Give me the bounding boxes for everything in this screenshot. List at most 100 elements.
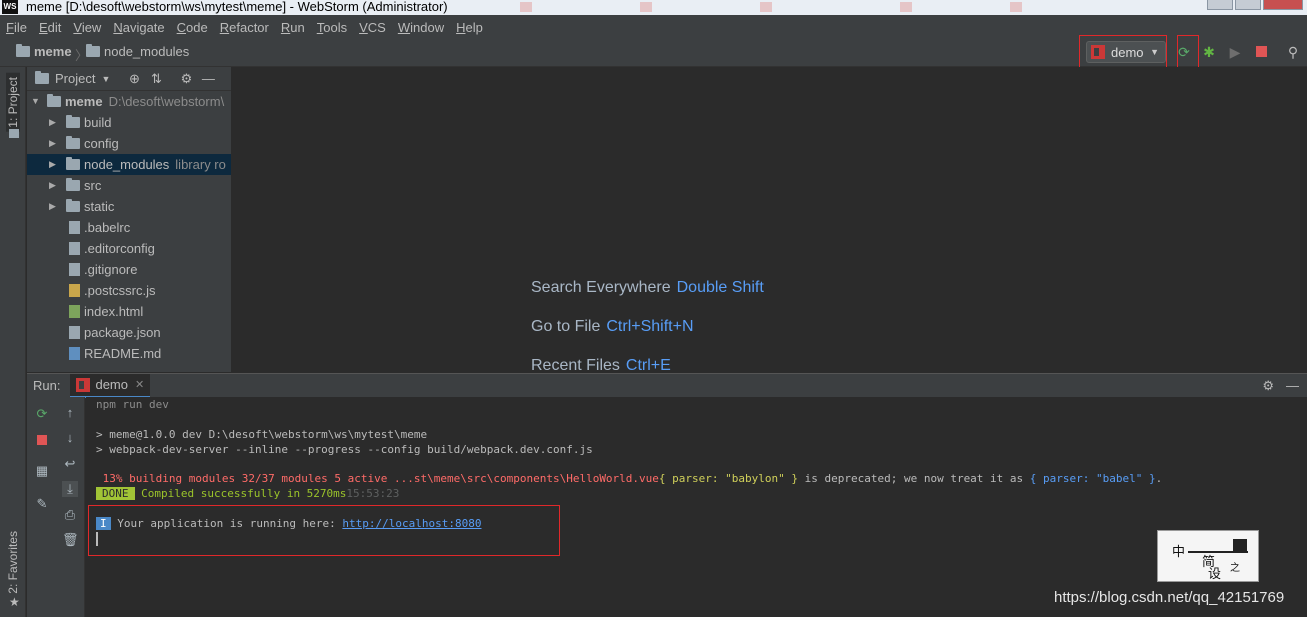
menu-file[interactable]: File [4, 20, 29, 35]
stop-icon[interactable] [34, 432, 50, 448]
chevron-down-icon[interactable]: ▼ [101, 74, 110, 84]
maximize-button[interactable] [1235, 0, 1261, 10]
taskbar-thumb-icon [900, 2, 912, 12]
menu-run[interactable]: Run [279, 20, 307, 35]
menu-code[interactable]: Code [175, 20, 210, 35]
warning-text: is deprecated; we now treat it as [798, 472, 1030, 485]
tree-item-label: build [84, 115, 112, 130]
folder-icon [47, 94, 61, 107]
favorites-tool-tab[interactable]: 2: Favorites [6, 531, 20, 594]
rerun-icon[interactable]: ⟳ [34, 406, 50, 422]
tree-item-readme[interactable]: README.md [27, 343, 231, 364]
tree-item-label: README.md [84, 346, 162, 361]
close-button[interactable] [1263, 0, 1303, 10]
tree-item-label: src [84, 178, 102, 193]
menu-refactor[interactable]: Refactor [218, 20, 271, 35]
tree-item-label: .editorconfig [84, 241, 155, 256]
stop-icon[interactable] [1253, 44, 1269, 60]
project-tool-tab[interactable]: 1: Project [6, 73, 20, 132]
restore-layout-icon[interactable]: ▦ [34, 463, 50, 479]
tree-item-editorconfig[interactable]: .editorconfig [27, 238, 231, 259]
soft-wrap-icon[interactable]: ↩ [62, 456, 78, 472]
tree-item-label: .gitignore [84, 262, 138, 277]
tree-item-build[interactable]: ▶ build [27, 112, 231, 133]
taskbar-thumb-icon [640, 2, 652, 12]
search-everywhere-hint: Search Everywhere Double Shift [531, 279, 764, 297]
menu-view[interactable]: View [71, 20, 103, 35]
tree-item-label: .postcssrc.js [84, 283, 156, 298]
title-bar: WS meme [D:\desoft\webstorm\ws\mytest\me… [0, 0, 1307, 15]
folder-icon [9, 129, 19, 138]
warning-new-parser: { parser: "babel" } [1029, 472, 1156, 485]
project-root-path: D:\desoft\webstorm\ [108, 94, 225, 109]
hide-panel-icon[interactable]: — [200, 71, 216, 86]
pin-icon[interactable]: ✎ [34, 496, 50, 512]
menu-edit[interactable]: Edit [37, 20, 63, 35]
gear-icon[interactable]: ⚙ [178, 71, 194, 87]
gear-icon[interactable]: ⚙ [1262, 378, 1274, 394]
webstorm-logo-icon: WS [2, 0, 18, 14]
tree-item-label: index.html [84, 304, 144, 319]
debug-icon[interactable]: ✱ [1201, 44, 1217, 60]
hint-shortcut: Ctrl+Shift+N [606, 318, 694, 335]
folder-icon [35, 71, 49, 84]
breadcrumb-root[interactable]: meme [16, 44, 72, 59]
tree-item-node-modules[interactable]: ▶ node_modules library ro [27, 154, 231, 175]
tree-item-index-html[interactable]: index.html [27, 301, 231, 322]
taskbar-thumb-icon [1010, 2, 1022, 12]
menu-vcs[interactable]: VCS [357, 20, 388, 35]
scroll-to-end-icon[interactable]: ⤓ [62, 481, 78, 497]
npm-icon [76, 377, 91, 392]
folder-icon [66, 136, 80, 149]
editor-area[interactable]: Search Everywhere Double Shift Go to File… [231, 67, 1307, 374]
hint-shortcut: Double Shift [676, 279, 764, 296]
tree-item-static[interactable]: ▶ static [27, 196, 231, 217]
collapse-all-icon[interactable]: ⇅ [148, 71, 164, 87]
hide-panel-icon[interactable]: — [1286, 378, 1299, 394]
menu-help[interactable]: Help [454, 20, 485, 35]
run-toolbar-right: ↑ ↓ ↩ ⤓ ⎙ 🗑 [55, 397, 85, 617]
tree-item-postcssrc[interactable]: .postcssrc.js [27, 280, 231, 301]
tree-item-gitignore[interactable]: .gitignore [27, 259, 231, 280]
collapsed-arrow-icon: ▶ [49, 159, 56, 169]
run-tab-demo[interactable]: demo ✕ [70, 373, 151, 398]
window-controls [1207, 0, 1303, 12]
menu-tools[interactable]: Tools [315, 20, 349, 35]
close-tab-icon[interactable]: ✕ [135, 378, 144, 391]
breadcrumb-child[interactable]: node_modules [86, 44, 189, 59]
print-icon[interactable]: ⎙ [62, 507, 78, 523]
arrow-up-icon[interactable]: ↑ [62, 405, 78, 421]
run-toolbar-left: ⟳ ▦ ✎ [27, 397, 55, 617]
highlight-box [88, 505, 560, 556]
project-root-name: meme [65, 94, 103, 109]
done-text: Compiled successfully in 5270ms [134, 487, 347, 500]
expanded-arrow-icon: ▼ [31, 96, 40, 106]
editorconfig-file-icon [69, 242, 80, 255]
html-file-icon [69, 305, 80, 318]
folder-icon [86, 44, 100, 57]
tree-item-package-json[interactable]: package.json [27, 322, 231, 343]
shirt-icon [1233, 539, 1247, 551]
minimize-button[interactable] [1207, 0, 1233, 10]
trash-icon[interactable]: 🗑 [62, 532, 79, 548]
arrow-down-icon[interactable]: ↓ [62, 430, 78, 446]
menu-navigate[interactable]: Navigate [111, 20, 166, 35]
search-icon[interactable]: ⚲ [1285, 44, 1301, 60]
tree-item-label: static [84, 199, 115, 214]
tree-item-src[interactable]: ▶ src [27, 175, 231, 196]
tree-root[interactable]: ▼ meme D:\desoft\webstorm\ [27, 91, 231, 112]
logo-char: 中 [1172, 545, 1186, 560]
config-file-icon [69, 221, 80, 234]
collapsed-arrow-icon: ▶ [49, 201, 56, 211]
left-tool-stripe: 1: Project 2: Favorites ★ [0, 67, 26, 617]
console-done-line: DONE Compiled successfully in 5270ms15:5… [96, 487, 399, 501]
tree-item-config[interactable]: ▶ config [27, 133, 231, 154]
taskbar-thumb-icon [520, 2, 532, 12]
menu-window[interactable]: Window [396, 20, 446, 35]
tree-item-babelrc[interactable]: .babelrc [27, 217, 231, 238]
folder-icon [66, 157, 80, 170]
run-console[interactable]: npm run dev > meme@1.0.0 dev D:\desoft\w… [86, 397, 1307, 617]
scroll-from-source-icon[interactable]: ⊕ [126, 71, 142, 87]
project-view-selector[interactable]: Project [55, 71, 95, 86]
coverage-icon[interactable]: ▶ [1227, 44, 1243, 60]
